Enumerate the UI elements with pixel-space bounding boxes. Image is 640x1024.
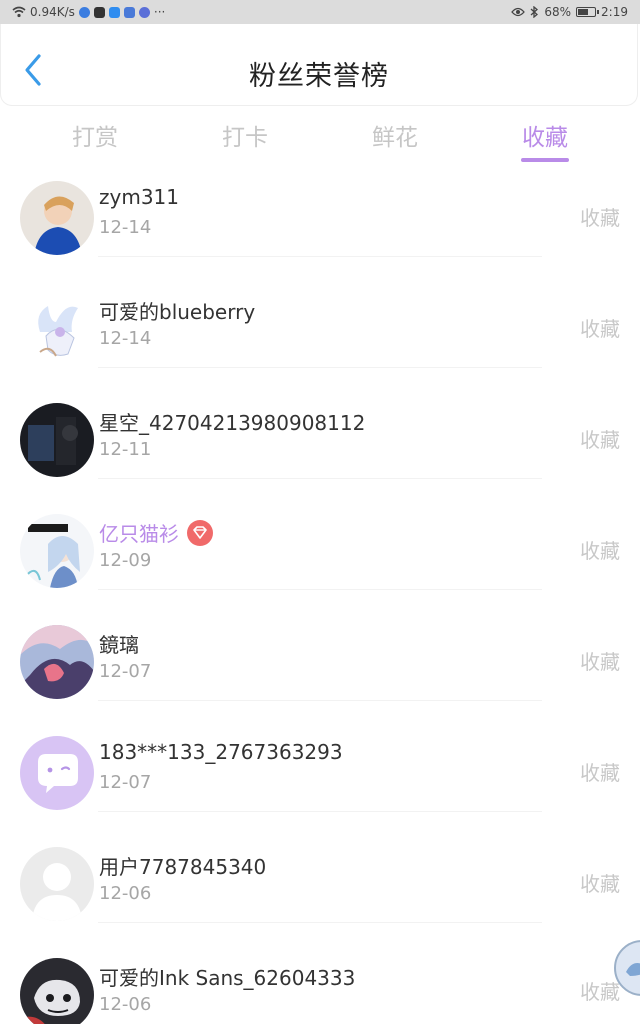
avatar: [20, 625, 94, 699]
list-item[interactable]: 鏡璃 12-07 收藏: [0, 589, 640, 700]
header: 粉丝荣誉榜: [0, 24, 638, 106]
fan-list: zym311 12-14 收藏 可爱的blueberry 12-14 收藏 星空…: [0, 180, 640, 1024]
status-bar: 0.94K/s ··· 68% 2:19: [0, 0, 640, 24]
divider: [98, 589, 542, 590]
list-item[interactable]: 用户7787845340 12-06 收藏: [0, 811, 640, 922]
username: 可爱的Ink Sans_62604333: [99, 966, 356, 990]
avatar: [20, 181, 94, 255]
divider: [98, 922, 542, 923]
eye-icon: [511, 7, 526, 17]
divider: [98, 811, 542, 812]
person-silhouette-avatar: [20, 847, 94, 921]
date: 12-06: [99, 883, 152, 904]
divider: [98, 478, 542, 479]
active-tab-indicator: [521, 158, 569, 162]
favorite-label: 收藏: [580, 539, 620, 563]
username: 183***133_2767363293: [99, 740, 343, 764]
app-icon: [138, 6, 150, 18]
ink-sans-avatar: [20, 958, 94, 1024]
list-item[interactable]: 可爱的Ink Sans_62604333 12-06 收藏: [0, 922, 640, 1024]
battery-icon: [576, 7, 600, 17]
anime-figure-avatar: [20, 292, 94, 366]
tab-flowers[interactable]: 鲜花: [335, 118, 455, 152]
username-text: 亿只猫衫: [99, 522, 179, 546]
dark-photo-avatar: [20, 403, 94, 477]
date: 12-06: [99, 994, 152, 1015]
avatar: [20, 847, 94, 921]
divider: [98, 367, 542, 368]
avatar: [20, 958, 94, 1024]
floating-bird-button[interactable]: [614, 940, 640, 996]
favorite-label: 收藏: [580, 980, 620, 1004]
list-item[interactable]: 星空_42704213980908112 12-11 收藏: [0, 367, 640, 478]
battery-level: [578, 9, 589, 15]
divider: [98, 700, 542, 701]
more-notifications-icon: ···: [153, 5, 166, 19]
avatar: [20, 403, 94, 477]
list-item[interactable]: 可爱的blueberry 12-14 收藏: [0, 256, 640, 367]
favorite-label: 收藏: [580, 650, 620, 674]
avatar: [20, 514, 94, 588]
list-item[interactable]: zym311 12-14 收藏: [0, 180, 640, 256]
username: 用户7787845340: [99, 855, 267, 879]
tab-checkin[interactable]: 打卡: [185, 118, 305, 152]
favorite-label: 收藏: [580, 872, 620, 896]
favorite-label: 收藏: [580, 317, 620, 341]
favorite-label: 收藏: [580, 428, 620, 452]
tab-favorites[interactable]: 收藏: [485, 118, 605, 152]
app-icon: [108, 6, 120, 18]
wifi-icon: [12, 6, 26, 18]
username: 亿只猫衫: [99, 518, 213, 547]
page-title: 粉丝荣誉榜: [249, 61, 389, 92]
date: 12-09: [99, 550, 152, 571]
divider: [98, 256, 542, 257]
anime-girl-avatar: [20, 514, 94, 588]
date: 12-11: [99, 439, 152, 460]
network-speed: 0.94K/s: [30, 5, 75, 19]
username: zym311: [99, 185, 179, 209]
date: 12-14: [99, 217, 152, 238]
favorite-label: 收藏: [580, 761, 620, 785]
bird-icon: [626, 963, 640, 976]
list-item[interactable]: 亿只猫衫 12-09 收藏: [0, 478, 640, 589]
list-item[interactable]: 183***133_2767363293 12-07 收藏: [0, 700, 640, 811]
colorful-art-avatar: [20, 625, 94, 699]
screen: 0.94K/s ··· 68% 2:19 粉丝荣誉榜 打赏 打卡 鲜花 收藏 z…: [0, 0, 640, 1024]
tab-tip[interactable]: 打赏: [35, 118, 155, 152]
date: 12-14: [99, 328, 152, 349]
status-bar-right: 68% 2:19: [511, 0, 628, 24]
bluetooth-icon: [530, 6, 539, 18]
username: 可爱的blueberry: [99, 300, 256, 324]
status-bar-left: 0.94K/s ···: [12, 0, 165, 24]
date: 12-07: [99, 772, 152, 793]
username: 鏡璃: [99, 633, 139, 657]
diamond-badge-icon: [187, 520, 213, 546]
tab-bar: 打赏 打卡 鲜花 收藏: [0, 108, 640, 168]
app-icon: [93, 6, 105, 18]
app-icon: [123, 6, 135, 18]
favorite-label: 收藏: [580, 206, 620, 230]
diamond-icon: [193, 526, 207, 539]
clock: 2:19: [601, 5, 628, 19]
app-icon: [78, 6, 90, 18]
photo-girl-avatar: [20, 181, 94, 255]
username: 星空_42704213980908112: [99, 411, 366, 435]
date: 12-07: [99, 661, 152, 682]
avatar: [20, 736, 94, 810]
chat-bubble-default-avatar: [20, 736, 94, 810]
battery-percent: 68%: [544, 5, 572, 19]
avatar: [20, 292, 94, 366]
